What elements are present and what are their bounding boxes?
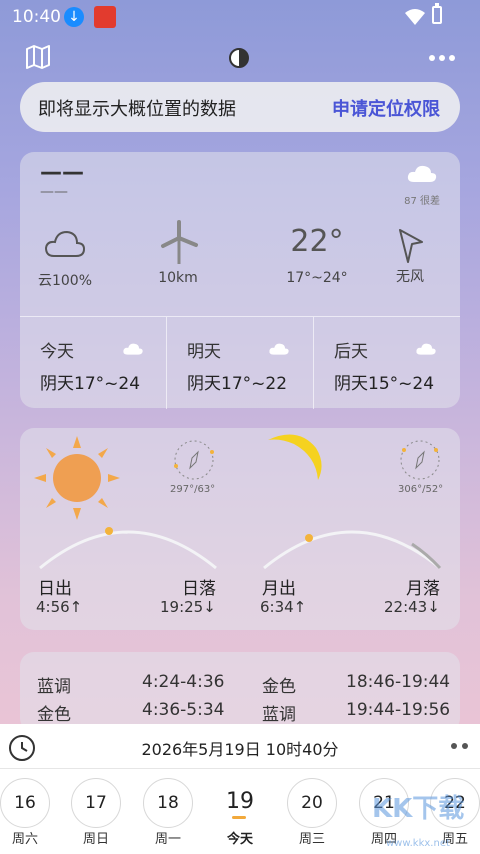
forecast-today[interactable]: 今天 阴天17°~24: [20, 317, 166, 409]
wind-direction: 无风: [396, 269, 424, 285]
download-icon: ↓: [64, 7, 84, 27]
weekday-label: 周六: [11, 832, 38, 847]
day-17[interactable]: 17: [71, 778, 121, 828]
more-icon[interactable]: [450, 742, 470, 750]
watermark-brand: KK下载: [372, 794, 465, 824]
forecast-row: 今天 阴天17°~24 明天 阴天17°~22 后天 阴天15°~24: [20, 316, 460, 409]
current-temperature: 22°: [290, 224, 344, 259]
cloud-cover: 云100%: [37, 273, 93, 289]
sunset-time: 19:25↓: [160, 598, 216, 616]
forecast-day-after[interactable]: 后天 阴天15°~24: [313, 317, 459, 409]
temperature-range: 17°~24°: [286, 270, 348, 286]
moonrise-label: 月出: [262, 579, 296, 599]
map-icon[interactable]: [25, 45, 51, 69]
twilight-range: 19:44-19:56: [346, 700, 451, 720]
weekday-label: 周日: [82, 832, 109, 847]
city-subtitle: ——: [40, 184, 68, 200]
sun-compass-icon: [174, 440, 214, 480]
weekday-label: 周三: [298, 832, 325, 847]
twilight-range: 4:36-5:34: [142, 700, 225, 720]
wind-direction-icon: [399, 229, 423, 263]
more-icon[interactable]: [428, 54, 456, 62]
day-16[interactable]: 16: [0, 778, 50, 828]
twilight-name: 金色: [262, 677, 296, 697]
moonrise-time: 6:34↑: [260, 598, 307, 616]
moonset-label: 月落: [406, 579, 440, 599]
weekday-label: 周一: [154, 832, 181, 847]
twilight-name: 蓝调: [37, 677, 71, 697]
watermark-url: www.kkx.net: [386, 838, 450, 849]
forecast-value: 阴天17°~24: [40, 374, 141, 394]
twilight-range: 18:46-19:44: [346, 672, 451, 692]
request-location-button[interactable]: 申请定位权限: [332, 95, 440, 121]
sunset-label: 日落: [182, 579, 216, 599]
cloud-icon: [407, 165, 437, 182]
day-20[interactable]: 20: [287, 778, 337, 828]
selected-datetime[interactable]: 2026年5月19日 10时40分: [0, 736, 480, 760]
cloud-icon: [269, 343, 289, 355]
forecast-day: 明天: [187, 342, 221, 362]
wind-turbine-icon: [161, 220, 198, 264]
twilight-card: 蓝调 4:24-4:36 金色 4:36-5:34 金色 18:46-19:44…: [20, 652, 460, 732]
theme-toggle-icon[interactable]: [228, 47, 250, 69]
divider: [0, 768, 480, 769]
forecast-value: 阴天17°~22: [187, 374, 288, 394]
sun-azimuth: 297°/63°: [170, 484, 216, 495]
forecast-tomorrow[interactable]: 明天 阴天17°~22: [166, 317, 312, 409]
location-banner: 即将显示大概位置的数据 申请定位权限: [20, 82, 460, 132]
sun-icon: [34, 436, 120, 520]
forecast-value: 阴天15°~24: [334, 374, 435, 394]
city-name: ——: [40, 160, 84, 185]
day-19-today[interactable]: 19: [215, 778, 265, 828]
cloud-icon: [416, 343, 436, 355]
wind-speed: 10km: [158, 270, 198, 286]
twilight-range: 4:24-4:36: [142, 672, 225, 692]
moon-azimuth: 306°/52°: [398, 484, 444, 495]
day-18[interactable]: 18: [143, 778, 193, 828]
moon-compass-icon: [400, 440, 440, 480]
twilight-name: 蓝调: [262, 705, 296, 725]
moon-icon: [268, 434, 322, 480]
location-message: 即将显示大概位置的数据: [38, 99, 236, 120]
forecast-day: 后天: [334, 342, 368, 362]
sun-arc: [39, 527, 217, 570]
sunrise-time: 4:56↑: [36, 598, 83, 616]
cloud-icon: [123, 343, 143, 355]
forecast-day: 今天: [40, 342, 74, 362]
battery-icon: [432, 3, 442, 24]
sun-moon-card: 297°/63° 日出 日落 4:56↑ 19:25↓ 306°/52° 月出 …: [20, 428, 460, 630]
app-notification-icon: [94, 6, 116, 28]
wifi-icon: [405, 9, 425, 25]
cloud-outline-icon: [44, 230, 86, 257]
twilight-name: 金色: [37, 705, 71, 725]
current-weather-card: —— —— 87 很差 云100% 10km 22° 17°~24° 无风 今天…: [20, 152, 460, 409]
aqi-value: 87 很差: [404, 196, 440, 207]
moonset-time: 22:43↓: [384, 598, 440, 616]
weekday-label-today: 今天: [226, 832, 253, 847]
sunrise-label: 日出: [38, 579, 72, 599]
today-indicator: [232, 816, 246, 819]
status-time: 10:40: [12, 7, 61, 27]
moon-arc: [263, 530, 442, 570]
